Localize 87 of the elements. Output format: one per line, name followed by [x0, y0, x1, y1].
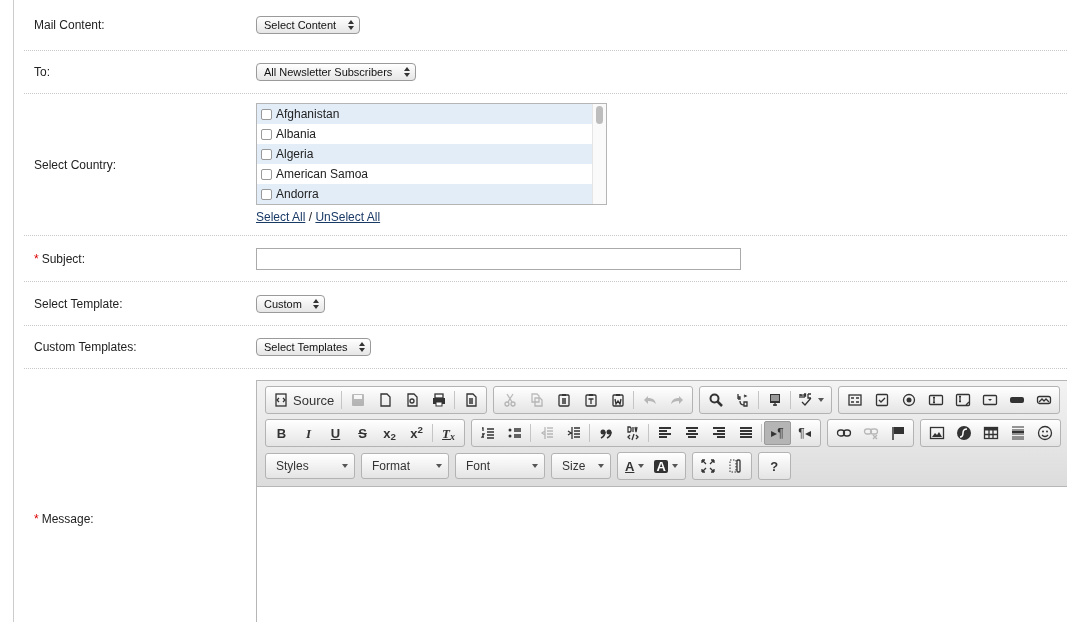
align-center-icon: [683, 425, 700, 441]
dropdown-select[interactable]: Select Templates: [256, 338, 371, 356]
dropdown-button[interactable]: Font: [455, 453, 545, 479]
field-label: Mail Content:: [33, 17, 106, 34]
broken-link-icon: [862, 425, 879, 441]
field-label: To:: [33, 64, 51, 81]
text-field-icon: [927, 392, 944, 408]
country-name: Afghanistan: [276, 106, 340, 123]
caret-icon: [436, 464, 442, 468]
toolbar-button[interactable]: x$_{2}$: [376, 421, 403, 445]
toolbar-button[interactable]: T$_{x}$: [435, 421, 462, 445]
form-icon: [846, 392, 863, 408]
printer-icon: [430, 392, 447, 408]
updown-arrows-icon: [404, 67, 410, 77]
country-name: Andorra: [276, 186, 319, 203]
justify-icon: [737, 425, 754, 441]
search-icon: [707, 392, 724, 408]
link-separator: /: [307, 210, 314, 224]
caret-icon: [818, 398, 825, 402]
required-mark: *: [34, 511, 39, 526]
text-area-icon: [954, 392, 971, 408]
dropdown-select[interactable]: Select Content: [256, 16, 360, 34]
checkbox[interactable]: [261, 128, 272, 140]
updown-arrows-icon: [313, 298, 319, 309]
toolbar-button[interactable]: x$^{2}$: [403, 421, 430, 445]
toolbar-button[interactable]: U: [322, 421, 349, 445]
clipboard-word-icon: [609, 392, 626, 408]
align-left-icon: [656, 425, 673, 441]
smiley-icon: [1036, 425, 1053, 441]
toolbar-button[interactable]: Source: [268, 388, 340, 412]
checkbox[interactable]: [261, 148, 272, 160]
unselect-all-link[interactable]: UnSelect All: [315, 210, 381, 224]
bulleted-list-icon: [506, 425, 523, 441]
dropdown-field-icon: [981, 392, 998, 408]
source-code-icon: [273, 392, 289, 408]
required-mark: *: [34, 251, 39, 266]
scrollbar[interactable]: [592, 104, 606, 204]
dropdown-select[interactable]: Custom: [256, 294, 325, 313]
dropdown-button[interactable]: Size: [551, 453, 611, 479]
field-label: Select Country:: [33, 156, 118, 174]
updown-arrows-icon: [348, 20, 354, 30]
div-container-icon: [624, 425, 641, 441]
filled-circle-icon: [955, 425, 972, 441]
checkbox[interactable]: [261, 188, 272, 200]
caret-icon: [671, 464, 678, 468]
radio-button-icon: [900, 392, 917, 408]
toolbar-button[interactable]: S: [349, 421, 376, 445]
toolbar-button[interactable]: ?: [760, 454, 788, 478]
field-label: Message:: [41, 511, 94, 526]
align-right-icon: [710, 425, 727, 441]
caret-icon: [598, 464, 604, 468]
toolbar-button[interactable]: I: [295, 421, 322, 445]
caret-icon: [342, 464, 348, 468]
scissors-icon: [501, 392, 518, 408]
copy-pages-icon: [528, 392, 545, 408]
checkbox[interactable]: [261, 168, 272, 180]
table-grid-icon: [982, 425, 999, 441]
field-label: Select Template:: [33, 295, 124, 313]
dropdown-button[interactable]: Styles: [265, 453, 355, 479]
expand-arrows-icon: [700, 458, 717, 474]
numbered-list-icon: [479, 425, 496, 441]
indent-icon: [565, 425, 582, 441]
toolbar-button[interactable]: ¶◂: [791, 421, 818, 445]
updown-arrows-icon: [359, 342, 365, 352]
country-name: American Samoa: [276, 166, 369, 183]
country-name: Algeria: [276, 146, 314, 163]
toolbar-button[interactable]: ▸¶: [764, 421, 791, 445]
toolbar-button[interactable]: A: [620, 454, 650, 478]
picture-icon: [928, 425, 945, 441]
dashed-blocks-icon: [727, 458, 744, 474]
toolbar-button[interactable]: A: [649, 454, 683, 478]
flag-icon: [889, 425, 906, 441]
dropdown-button[interactable]: Format: [361, 453, 449, 479]
text-input-field[interactable]: [256, 247, 741, 270]
toolbar-button[interactable]: B: [268, 421, 295, 445]
checkbox[interactable]: [261, 108, 272, 120]
caret-icon: [638, 464, 645, 468]
country-name: Albania: [276, 126, 317, 143]
checkbox-icon: [873, 392, 890, 408]
caret-icon: [532, 464, 538, 468]
select-all-link[interactable]: Select All: [256, 210, 306, 224]
field-label: Custom Templates:: [33, 339, 138, 356]
horizontal-lines-icon: [1009, 425, 1026, 441]
dropdown-select[interactable]: All Newsletter Subscribers: [256, 63, 416, 81]
clipboard-text-icon: [582, 392, 599, 408]
clipboard-icon: [555, 392, 572, 408]
field-label: Subject:: [41, 251, 86, 266]
